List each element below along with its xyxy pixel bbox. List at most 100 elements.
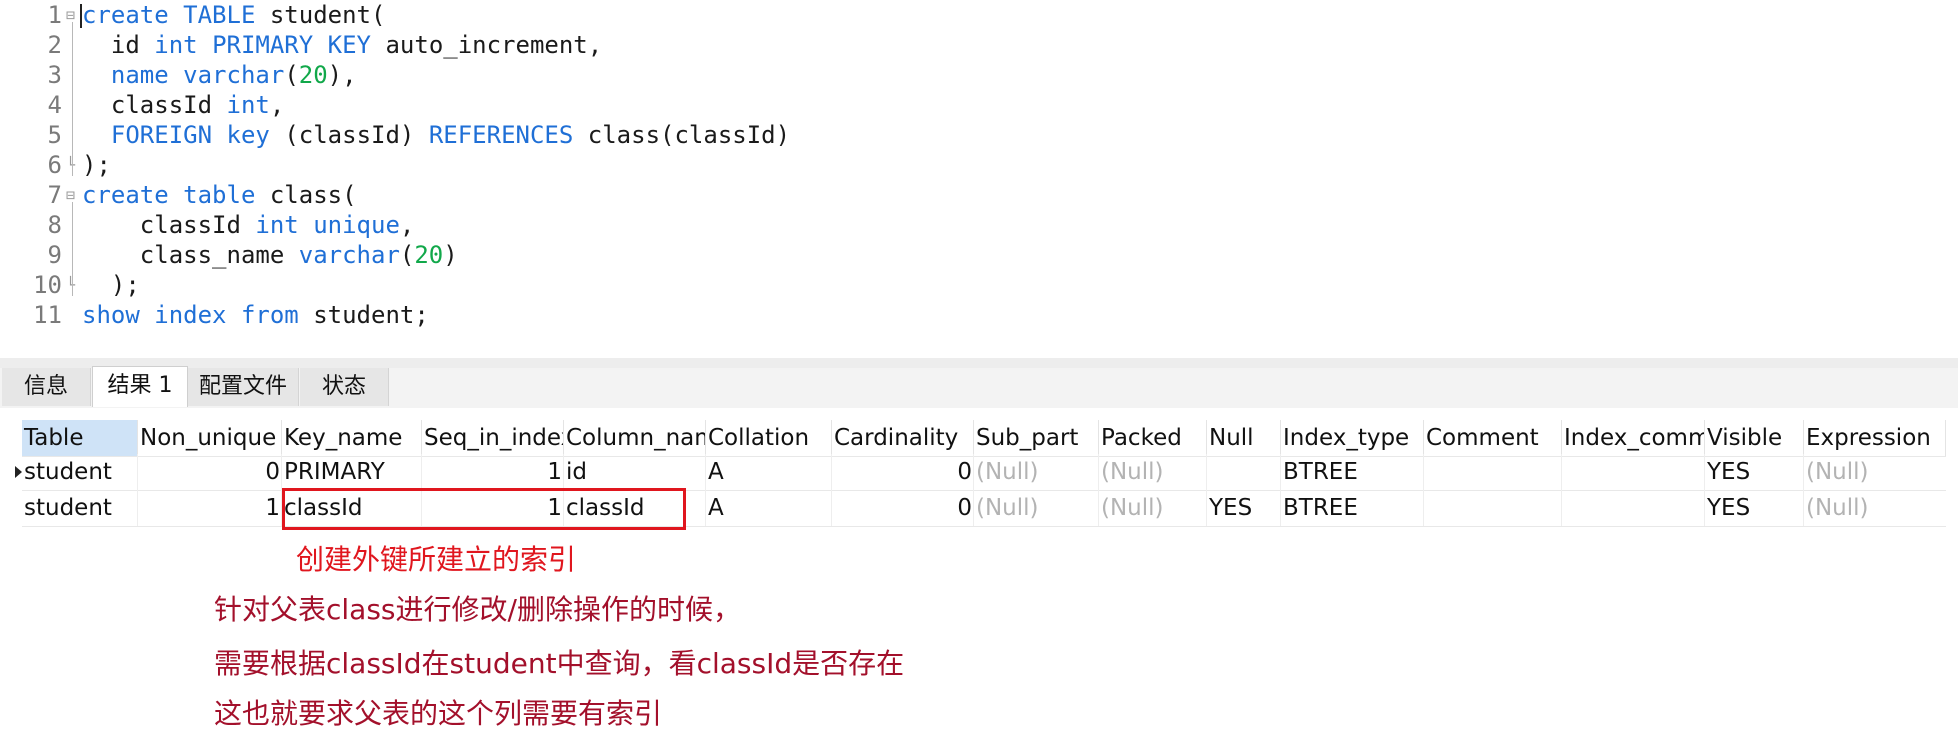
table-cell[interactable]: BTREE — [1281, 454, 1424, 490]
sql-keyword: create — [82, 181, 169, 209]
table-cell[interactable] — [1562, 454, 1705, 490]
table-cell[interactable]: (Null) — [974, 490, 1099, 526]
panel-splitter[interactable] — [0, 358, 1958, 368]
sql-text: , — [399, 211, 415, 239]
sql-keyword: table — [183, 181, 256, 209]
table-cell[interactable] — [1424, 454, 1562, 490]
column-header-column-name[interactable]: Column_name — [564, 420, 706, 456]
table-cell[interactable] — [1424, 490, 1562, 526]
column-header-key-name[interactable]: Key_name — [282, 420, 422, 456]
sql-text: ), — [327, 61, 357, 89]
column-header-table[interactable]: Table — [22, 420, 138, 456]
sql-editor[interactable]: 1 ⊟ create TABLE student(2 id int PRIMARY … — [0, 0, 1958, 358]
sql-text: auto_increment, — [371, 31, 603, 59]
column-header-index-comment[interactable]: Index_comment — [1562, 420, 1705, 456]
sql-number: 20 — [414, 241, 444, 269]
annotation-line-3: 这也就要求父表的这个列需要有索引 — [214, 697, 663, 730]
column-divider — [1423, 454, 1424, 526]
column-header-index-type[interactable]: Index_type — [1281, 420, 1424, 456]
line-number: 10 — [33, 271, 62, 299]
table-cell[interactable]: 1 — [422, 454, 564, 490]
table-cell[interactable]: A — [706, 490, 832, 526]
table-cell[interactable]: 1 — [138, 490, 282, 526]
table-cell[interactable]: PRIMARY — [282, 454, 422, 490]
column-header-non-unique[interactable]: Non_unique — [138, 420, 282, 456]
sql-keyword: create — [82, 1, 169, 29]
code-text: ); — [82, 150, 111, 180]
column-header-sub-part[interactable]: Sub_part — [974, 420, 1099, 456]
column-divider — [831, 454, 832, 526]
tab-profile[interactable]: 配置文件 — [188, 368, 299, 406]
table-cell[interactable] — [1207, 454, 1281, 490]
table-cell[interactable]: (Null) — [1099, 490, 1207, 526]
column-divider — [137, 454, 138, 526]
table-cell[interactable]: A — [706, 454, 832, 490]
text-caret — [80, 4, 82, 28]
table-cell[interactable]: BTREE — [1281, 490, 1424, 526]
column-header-packed[interactable]: Packed — [1099, 420, 1207, 456]
sql-keyword: varchar — [298, 241, 400, 269]
column-header-visible[interactable]: Visible — [1705, 420, 1804, 456]
column-header-expression[interactable]: Expression — [1804, 420, 1946, 456]
column-divider — [1704, 454, 1705, 526]
sql-text: , — [269, 91, 285, 119]
tab-status[interactable]: 状态 — [300, 368, 389, 406]
sql-keyword: int — [154, 31, 198, 59]
sql-keyword: REFERENCES — [428, 121, 574, 149]
column-header-null[interactable]: Null — [1207, 420, 1281, 456]
table-cell[interactable]: 0 — [832, 490, 974, 526]
table-cell[interactable]: YES — [1207, 490, 1281, 526]
sql-text: ); — [82, 271, 140, 299]
column-header-comment[interactable]: Comment — [1424, 420, 1562, 456]
annotation-fk-index: 创建外键所建立的索引 — [296, 543, 577, 576]
column-header-seq-in-index[interactable]: Seq_in_index — [422, 420, 564, 456]
column-divider — [1206, 454, 1207, 526]
sql-text: student( — [255, 1, 386, 29]
sql-keyword: unique — [313, 211, 400, 239]
code-text: FOREIGN key (classId) REFERENCES class(c… — [82, 120, 790, 150]
sql-keyword: from — [240, 301, 299, 329]
sql-text: class( — [255, 181, 357, 209]
sql-number: 20 — [298, 61, 328, 89]
code-text: create table class( — [82, 180, 357, 210]
sql-keyword: int — [226, 91, 270, 119]
table-cell[interactable]: (Null) — [1804, 490, 1946, 526]
table-cell[interactable]: student — [22, 454, 138, 490]
fold-guide-line — [72, 202, 73, 296]
column-header-collation[interactable]: Collation — [706, 420, 832, 456]
table-cell[interactable] — [1562, 490, 1705, 526]
table-cell[interactable]: (Null) — [974, 454, 1099, 490]
column-divider — [1803, 454, 1804, 526]
table-cell[interactable]: student — [22, 490, 138, 526]
sql-text: class_name — [82, 241, 299, 269]
table-cell[interactable]: id — [564, 454, 706, 490]
code-text: classId int, — [82, 90, 284, 120]
table-cell[interactable]: YES — [1705, 490, 1804, 526]
table-cell[interactable]: (Null) — [1804, 454, 1946, 490]
line-number: 7 — [47, 181, 62, 209]
column-divider — [1098, 454, 1099, 526]
table-cell[interactable]: YES — [1705, 454, 1804, 490]
sql-text: ) — [443, 241, 458, 269]
sql-text: classId — [82, 91, 227, 119]
sql-text: classId — [82, 211, 256, 239]
table-cell[interactable]: 0 — [138, 454, 282, 490]
result-tab-bar: 信息 结果 1 配置文件 状态 — [0, 366, 1958, 408]
sql-keyword: PRIMARY KEY — [212, 31, 372, 59]
tab-result-1[interactable]: 结果 1 — [92, 366, 188, 407]
tab-info[interactable]: 信息 — [2, 368, 91, 406]
table-cell[interactable]: 0 — [832, 454, 974, 490]
code-text: create TABLE student( — [82, 0, 385, 30]
sql-text: ( — [284, 61, 299, 89]
sql-keyword: index — [154, 301, 227, 329]
header-divider — [22, 456, 1946, 457]
table-cell[interactable]: (Null) — [1099, 454, 1207, 490]
column-header-cardinality[interactable]: Cardinality — [832, 420, 974, 456]
sql-keyword: show — [82, 301, 140, 329]
column-divider — [1280, 454, 1281, 526]
